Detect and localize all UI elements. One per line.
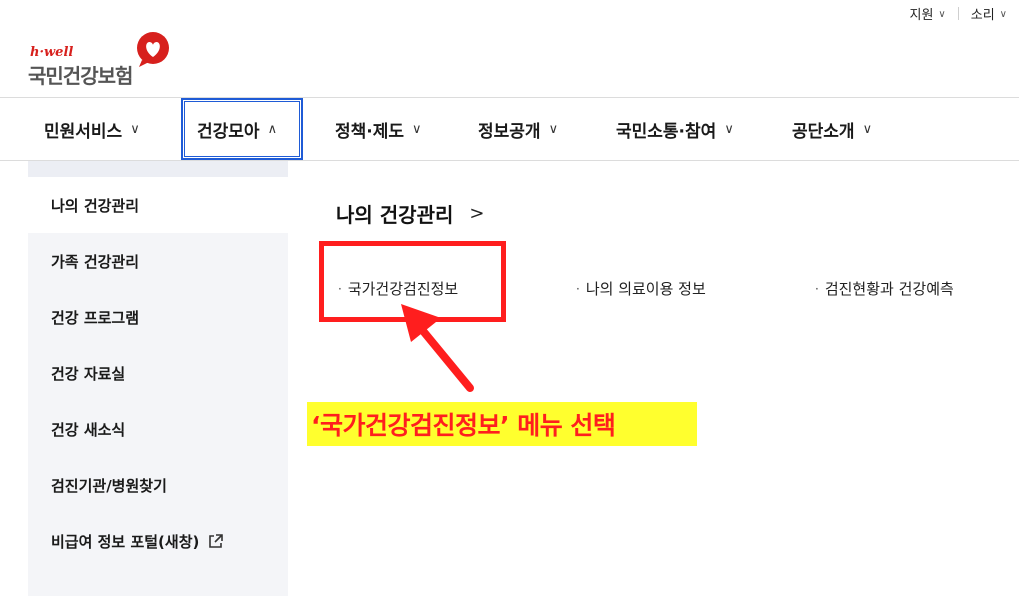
sound-label: 소리 xyxy=(970,8,995,23)
submenu-item-label: 비급여 정보 포털(새창) xyxy=(51,532,200,551)
submenu-top-strip xyxy=(28,161,288,177)
submenu-item-health-program[interactable]: 건강 프로그램 xyxy=(28,289,288,345)
submenu-item-label: 검진기관/병원찾기 xyxy=(51,476,167,495)
gnb-item-about[interactable]: 공단소개 ∨ xyxy=(792,98,872,160)
chevron-up-icon: ∧ xyxy=(267,121,278,137)
submenu-panel: 나의 건강관리 가족 건강관리 건강 프로그램 건강 자료실 건강 새소식 검진… xyxy=(28,161,288,596)
gnb-item-civil-service[interactable]: 민원서비스 ∨ xyxy=(44,98,140,160)
gnb-item-label: 민원서비스 xyxy=(44,121,123,142)
bullet-icon: · xyxy=(576,281,580,296)
submenu-item-family-health[interactable]: 가족 건강관리 xyxy=(28,233,288,289)
utility-bar: 지원 ∨ 소리 ∨ xyxy=(910,4,1007,23)
submenu-item-label: 건강 자료실 xyxy=(51,364,126,383)
gnb-item-label: 정보공개 xyxy=(478,121,541,142)
annotation-callout: ‘국가건강검진정보’ 메뉴 선택 xyxy=(307,402,697,446)
annotation-arrow-icon xyxy=(401,304,474,392)
submenu-item-label: 건강 프로그램 xyxy=(51,308,140,327)
submenu-item-label: 건강 새소식 xyxy=(51,420,126,439)
logo-hwell-text: h·well xyxy=(30,45,74,60)
gnb-item-policy[interactable]: 정책·제도 ∨ xyxy=(335,98,422,160)
content-heading: 나의 건강관리 xyxy=(336,203,454,227)
chevron-down-icon: ∨ xyxy=(999,9,1007,20)
support-menu[interactable]: 지원 ∨ xyxy=(910,4,946,23)
chevron-down-icon: ∨ xyxy=(412,121,422,137)
annotation-callout-text: ‘국가건강검진정보’ 메뉴 선택 xyxy=(311,411,616,440)
submenu-item-health-library[interactable]: 건강 자료실 xyxy=(28,345,288,401)
chevron-down-icon: ∨ xyxy=(862,121,873,137)
chevron-down-icon: ∨ xyxy=(724,121,734,137)
submenu-item-noncovered-portal[interactable]: 비급여 정보 포털(새창) xyxy=(28,513,288,569)
gnb-item-label: 정책·제도 xyxy=(335,121,405,142)
submenu-item-health-news[interactable]: 건강 새소식 xyxy=(28,401,288,457)
external-link-icon xyxy=(209,533,224,548)
gnb-item-label: 공단소개 xyxy=(792,121,855,142)
heart-bubble-icon xyxy=(137,32,169,67)
logo-title: 국민건강보험 xyxy=(28,64,133,88)
gnb-item-communication[interactable]: 국민소통·참여 ∨ xyxy=(616,98,734,160)
gnb-item-label: 건강모아 xyxy=(197,121,260,142)
submenu-item-find-hospital[interactable]: 검진기관/병원찾기 xyxy=(28,457,288,513)
chevron-down-icon: ∨ xyxy=(130,121,140,137)
submenu-item-my-health[interactable]: 나의 건강관리 xyxy=(28,177,288,233)
bullet-icon: · xyxy=(815,281,819,296)
chevron-right-icon: > xyxy=(469,203,485,224)
submenu-item-label: 가족 건강관리 xyxy=(51,252,140,271)
link-my-medical-usage[interactable]: · 나의 의료이용 정보 xyxy=(576,278,706,299)
submenu-item-label: 나의 건강관리 xyxy=(51,196,140,215)
nhis-logo[interactable]: h·well 국민건강보험 xyxy=(28,30,178,88)
chevron-down-icon: ∨ xyxy=(548,121,559,137)
chevron-down-icon: ∨ xyxy=(938,9,946,20)
support-label: 지원 xyxy=(909,8,934,23)
gnb-item-disclosure[interactable]: 정보공개 ∨ xyxy=(478,98,558,160)
gnb-item-label: 국민소통·참여 xyxy=(616,121,717,142)
gnb-item-health-moa[interactable]: 건강모아 ∧ xyxy=(181,98,303,160)
link-checkup-status-prediction[interactable]: · 검진현황과 건강예측 xyxy=(815,278,954,299)
sound-menu[interactable]: 소리 ∨ xyxy=(971,4,1007,23)
content-heading-link[interactable]: 나의 건강관리 > xyxy=(336,199,484,228)
global-navigation: 민원서비스 ∨ 건강모아 ∧ 정책·제도 ∨ 정보공개 ∨ 국민소통·참여 ∨ … xyxy=(0,97,1019,161)
link-label: 나의 의료이용 정보 xyxy=(585,280,706,298)
link-label: 검진현황과 건강예측 xyxy=(824,280,954,298)
utility-divider xyxy=(957,7,959,20)
